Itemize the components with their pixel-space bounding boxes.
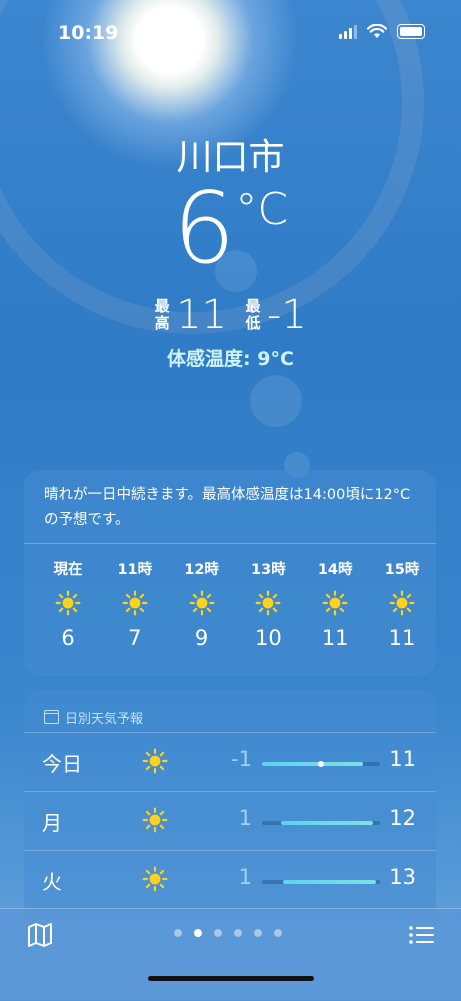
page-dot[interactable] xyxy=(254,929,262,937)
temperature-range-bar xyxy=(262,821,380,825)
battery-icon xyxy=(397,24,425,39)
high-low: 最 高 11 最 低 -1 xyxy=(0,292,461,338)
status-time: 10:19 xyxy=(58,22,119,44)
hour-temp: 10 xyxy=(255,626,282,650)
temperature-range-fill xyxy=(280,821,373,825)
temp-unit: °C xyxy=(235,184,289,235)
hour-label: 14時 xyxy=(317,562,353,578)
home-indicator[interactable] xyxy=(148,976,314,981)
page-dot[interactable] xyxy=(214,929,222,937)
sun-icon xyxy=(142,748,168,774)
day-label: 火 xyxy=(42,870,62,894)
daily-row[interactable]: 火 1 13 xyxy=(24,850,436,909)
low-label: 最 低 xyxy=(245,297,261,332)
hour-label: 15時 xyxy=(384,562,420,578)
temperature-range-bar xyxy=(262,761,380,767)
sun-icon xyxy=(142,866,168,892)
hour-label: 12時 xyxy=(184,562,219,578)
sun-icon xyxy=(142,807,168,833)
page-indicator[interactable] xyxy=(174,929,282,937)
day-high: 12 xyxy=(389,806,416,830)
daily-row[interactable]: 月 1 12 xyxy=(24,791,436,850)
day-low: -1 xyxy=(231,747,252,771)
hour-temp: 9 xyxy=(194,626,209,650)
sun-icon xyxy=(189,590,215,616)
day-label: 今日 xyxy=(42,752,82,776)
hour-item: 13時 10 xyxy=(242,558,294,650)
sun-icon xyxy=(322,590,348,616)
hour-label: 13時 xyxy=(251,562,286,578)
hour-item: 11時 7 xyxy=(109,558,161,650)
hour-temp: 6 xyxy=(61,626,75,650)
bottom-toolbar xyxy=(0,908,461,1001)
daily-forecast-card[interactable]: 日別天気予報 今日 -1 11 月 1 12 火 1 13 xyxy=(24,690,436,920)
sun-icon xyxy=(55,590,81,616)
current-temp-marker xyxy=(318,761,324,767)
high-value: 11 xyxy=(176,292,227,338)
hour-temp: 7 xyxy=(128,626,142,650)
daily-row[interactable]: 今日 -1 11 xyxy=(24,732,436,791)
page-dot[interactable] xyxy=(194,929,202,937)
hour-item: 12時 9 xyxy=(176,558,228,650)
forecast-summary: 晴れが一日中続きます。最高体感温度は14:00頃に12°Cの予想です。 xyxy=(24,470,436,544)
hour-temp: 11 xyxy=(388,626,416,650)
list-icon[interactable] xyxy=(407,921,435,949)
temp-value: 6 xyxy=(172,172,236,286)
day-low: 1 xyxy=(238,865,252,889)
hour-item: 15時 11 xyxy=(376,558,428,650)
daily-forecast-header: 日別天気予報 xyxy=(65,711,144,727)
low-value: -1 xyxy=(267,292,307,338)
day-label: 月 xyxy=(42,811,62,835)
day-high: 13 xyxy=(389,865,416,889)
hour-item: 14時 11 xyxy=(309,558,361,650)
page-dot[interactable] xyxy=(274,929,282,937)
feels-like: 体感温度: 9°C xyxy=(167,348,294,370)
day-low: 1 xyxy=(238,806,252,830)
hourly-forecast-card[interactable]: 晴れが一日中続きます。最高体感温度は14:00頃に12°Cの予想です。 現在 6 1… xyxy=(24,470,436,676)
sun-icon xyxy=(255,590,281,616)
hour-temp: 11 xyxy=(321,626,349,650)
temperature-range-fill xyxy=(262,762,364,766)
hour-item: 現在 6 xyxy=(42,558,94,650)
map-icon[interactable] xyxy=(26,921,54,949)
hour-label: 現在 xyxy=(53,562,83,578)
status-bar: 10:19 xyxy=(0,0,461,60)
page-dot-location[interactable] xyxy=(174,929,182,937)
current-temperature: 6°C xyxy=(0,180,461,278)
temperature-range-bar xyxy=(262,880,380,884)
hour-label: 11時 xyxy=(117,562,153,578)
temperature-range-fill xyxy=(283,880,377,884)
calendar-icon xyxy=(44,710,59,724)
wifi-icon xyxy=(367,24,387,38)
high-label: 最 高 xyxy=(154,297,170,332)
page-dot[interactable] xyxy=(234,929,242,937)
cellular-signal-icon xyxy=(339,24,357,39)
sun-icon xyxy=(122,590,148,616)
hourly-list[interactable]: 現在 6 11時 7 12時 9 13時 10 14時 11 15時 11 xyxy=(24,544,436,650)
sun-icon xyxy=(389,590,415,616)
day-high: 11 xyxy=(389,747,416,771)
